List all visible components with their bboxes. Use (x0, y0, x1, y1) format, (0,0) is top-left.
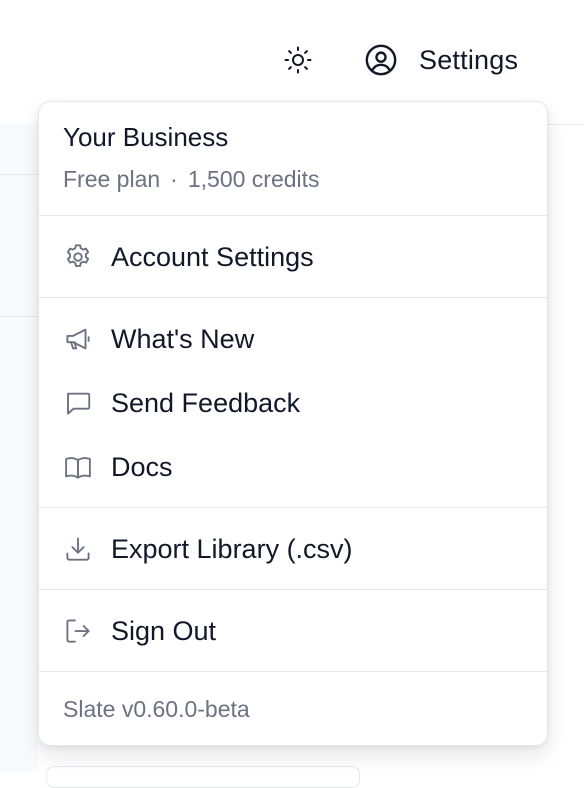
settings-label: Settings (419, 44, 519, 75)
theme-toggle-button[interactable] (282, 44, 314, 76)
menu-item-label: Send Feedback (111, 387, 301, 418)
menu-item-account-settings[interactable]: Account Settings (39, 231, 547, 283)
book-open-icon (63, 452, 93, 482)
background-card (46, 766, 360, 788)
menu-divider (39, 507, 547, 508)
credits-count: 1,500 credits (187, 166, 320, 192)
background-divider (0, 316, 38, 317)
gear-icon (63, 242, 93, 272)
menu-item-label: Docs (111, 451, 173, 482)
plan-info: Free plan · 1,500 credits (63, 166, 320, 193)
menu-item-label: What's New (111, 323, 255, 354)
business-name: Your Business (63, 122, 229, 152)
account-dropdown-menu: Your Business Free plan · 1,500 credits Ac… (38, 101, 548, 746)
menu-divider (39, 589, 547, 590)
menu-item-docs[interactable]: Docs (39, 441, 547, 493)
menu-divider (39, 671, 547, 672)
user-circle-icon (364, 43, 398, 77)
page-background (0, 124, 38, 772)
menu-item-label: Account Settings (111, 241, 314, 272)
menu-item-label: Export Library (.csv) (111, 533, 353, 564)
menu-item-sign-out[interactable]: Sign Out (39, 605, 547, 657)
download-icon (63, 534, 93, 564)
plan-name: Free plan (63, 166, 161, 192)
chat-bubble-icon (63, 388, 93, 418)
menu-item-send-feedback[interactable]: Send Feedback (39, 377, 547, 429)
menu-item-whats-new[interactable]: What's New (39, 313, 547, 365)
sign-out-icon (63, 616, 93, 646)
menu-item-export-library[interactable]: Export Library (.csv) (39, 523, 547, 575)
plan-separator: · (170, 166, 178, 192)
account-summary: Your Business Free plan · 1,500 credits (39, 102, 547, 215)
megaphone-icon (63, 324, 93, 354)
sun-icon (283, 45, 313, 75)
menu-divider (39, 297, 547, 298)
menu-item-label: Sign Out (111, 615, 217, 646)
settings-menu-button[interactable]: Settings (364, 40, 518, 80)
background-divider (0, 174, 38, 175)
menu-divider (39, 215, 547, 216)
app-version: Slate v0.60.0-beta (63, 696, 250, 722)
